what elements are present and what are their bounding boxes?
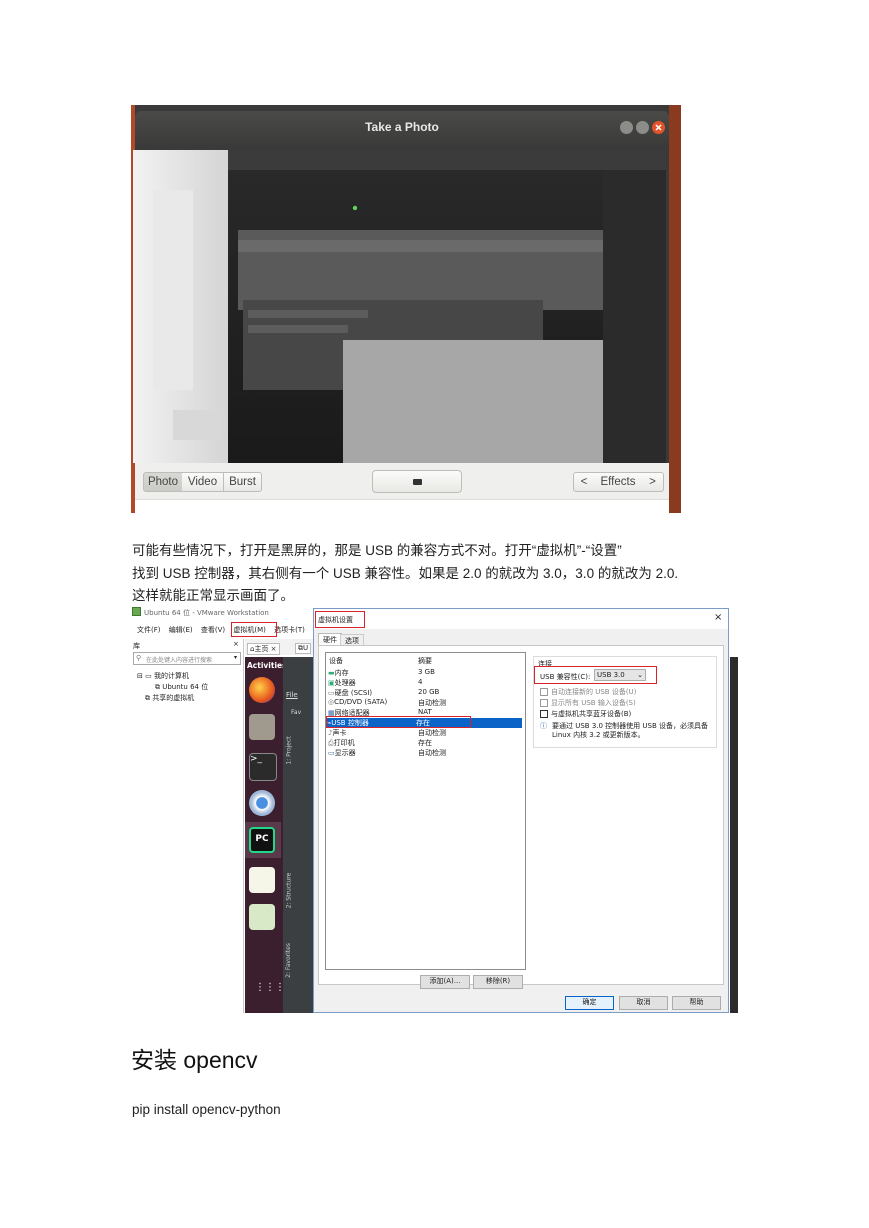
ide-favorites-side-tab[interactable]: 2: Favorites xyxy=(285,943,292,978)
search-dropdown-icon[interactable]: ▾ xyxy=(234,654,237,661)
effects-button[interactable]: Effects xyxy=(594,472,643,492)
paragraph-line-1: 可能有些情况下，打开是黑屏的，那是 USB 的兼容方式不对。打开“虚拟机”-“设… xyxy=(132,543,622,558)
pycharm-icon[interactable]: PC xyxy=(249,827,275,853)
chevron-left-icon: < xyxy=(580,476,588,488)
library-title: 库 xyxy=(133,642,140,650)
memory-icon: ▬ xyxy=(328,669,335,677)
vmware-menu-bar: 文件(F) 编辑(E) 查看(V) 虚拟机(M) 选项卡(T) xyxy=(137,625,311,635)
menu-edit[interactable]: 编辑(E) xyxy=(169,626,193,634)
tree-my-computer[interactable]: ⊟ ▭ 我的计算机 xyxy=(137,671,189,681)
device-row[interactable]: ◎CD/DVD (SATA) 自动检测 xyxy=(328,698,523,708)
vm-tab-bar: ⌂主页 × ⧉U xyxy=(245,639,315,655)
display-icon: ▭ xyxy=(328,749,335,757)
ide-project-tab[interactable]: 1: Project xyxy=(286,736,293,764)
ide-file-menu[interactable]: File xyxy=(286,691,298,699)
add-device-button[interactable]: 添加(A)... xyxy=(420,975,470,989)
maximize-icon[interactable] xyxy=(636,121,649,134)
paragraph-line-3: 这样就能正常显示画面了。 xyxy=(132,588,294,603)
ubuntu-dock: Activities >_ PC ⋮⋮⋮ xyxy=(245,657,287,1013)
next-effect-button[interactable]: > xyxy=(642,472,664,492)
cancel-button[interactable]: 取消 xyxy=(619,996,668,1010)
dialog-title-highlight xyxy=(315,611,365,628)
minimize-icon[interactable] xyxy=(620,121,633,134)
camera-preview xyxy=(133,150,666,463)
ok-button[interactable]: 确定 xyxy=(565,996,614,1010)
terminal-icon[interactable]: >_ xyxy=(249,753,277,781)
device-row[interactable]: ♪声卡 自动检测 xyxy=(328,728,523,738)
library-close-icon[interactable]: × xyxy=(233,640,239,648)
section-heading: 安装 opencv xyxy=(131,1047,258,1073)
show-apps-icon[interactable]: ⋮⋮⋮ xyxy=(255,983,285,993)
vm-menu-highlight xyxy=(231,622,277,637)
files-icon[interactable] xyxy=(249,714,275,740)
computer-icon: ▭ xyxy=(145,672,152,680)
library-search-input[interactable]: ⚲ 在此处键入内容进行搜索 ▾ xyxy=(133,652,241,665)
usb-compat-highlight xyxy=(534,666,657,684)
dialog-title-bar: 虚拟机设置 × xyxy=(314,609,728,629)
chevron-right-icon: > xyxy=(649,476,656,488)
device-row[interactable]: ▭硬盘 (SCSI) 20 GB xyxy=(328,688,523,698)
dialog-tab-panel: 设备 摘要 ▬内存 3 GB ▣处理器 4 ▭硬盘 (SCSI) 20 GB ◎CD/… xyxy=(318,645,724,989)
text-editor-icon[interactable] xyxy=(249,867,275,893)
vm-icon: ⧉ xyxy=(155,683,160,691)
menu-tabs[interactable]: 选项卡(T) xyxy=(274,626,305,634)
library-panel: 库 × ⚲ 在此处键入内容进行搜索 ▾ ⊟ ▭ 我的计算机 ⧉ Ubuntu 6… xyxy=(131,639,244,1013)
search-icon: ⚲ xyxy=(136,654,142,662)
dialog-close-icon[interactable]: × xyxy=(714,612,722,623)
vmware-screenshot: Ubuntu 64 位 - VMware Workstation 文件(F) 编… xyxy=(131,605,738,1013)
thumbnail-strip xyxy=(135,499,669,513)
close-icon[interactable] xyxy=(652,121,665,134)
vmware-window-title: Ubuntu 64 位 - VMware Workstation xyxy=(144,609,269,617)
activities-label[interactable]: Activities xyxy=(247,661,287,670)
shared-vm-icon: ⧉ xyxy=(145,694,150,702)
hard-disk-icon: ▭ xyxy=(328,689,335,697)
search-placeholder: 在此处键入内容进行搜索 xyxy=(146,657,213,664)
device-row[interactable]: ▣处理器 4 xyxy=(328,678,523,688)
usb-info-text-2: Linux 内核 3.2 或更新版本。 xyxy=(552,731,645,739)
photo-mode-button[interactable]: Photo xyxy=(143,472,183,492)
firefox-icon[interactable] xyxy=(249,677,275,703)
ide-favorites-tab: Fav xyxy=(291,709,302,716)
cpu-icon: ▣ xyxy=(328,679,335,687)
ide-structure-tab[interactable]: 2: Structure xyxy=(285,873,292,909)
remove-device-button[interactable]: 移除(R) xyxy=(473,975,523,989)
usb-row-highlight xyxy=(326,716,471,728)
device-row[interactable]: ▭显示器 自动检测 xyxy=(328,748,523,758)
previous-effect-button[interactable]: < xyxy=(573,472,595,492)
camera-toolbar: Photo Video Burst < Effects > xyxy=(135,463,669,513)
connection-group: 连接 USB 兼容性(C): USB 3.0 ⌄ 自动连接新的 USB 设备(U… xyxy=(533,656,717,748)
burst-mode-button[interactable]: Burst xyxy=(224,472,262,492)
camera-icon xyxy=(412,478,422,485)
vm-settings-dialog: 虚拟机设置 × 硬件 选项 设备 摘要 ▬内存 3 GB ▣处理器 4 ▭硬盘 (S… xyxy=(313,608,729,1013)
device-list: 设备 摘要 ▬内存 3 GB ▣处理器 4 ▭硬盘 (SCSI) 20 GB ◎CD/… xyxy=(325,652,526,970)
ide-background: File Fav 1: Project 2: Structure 2: Favo… xyxy=(283,657,316,1013)
paragraph-line-2: 找到 USB 控制器，其右侧有一个 USB 兼容性。如果是 2.0 的就改为 3… xyxy=(132,566,679,581)
summary-column-header: 摘要 xyxy=(418,657,432,665)
window-border-right xyxy=(669,105,681,513)
tree-shared-vms[interactable]: ⧉ 共享的虚拟机 xyxy=(145,693,194,703)
device-row[interactable]: ▬内存 3 GB xyxy=(328,668,523,678)
tree-ubuntu-vm[interactable]: ⧉ Ubuntu 64 位 xyxy=(155,682,208,692)
device-column-header: 设备 xyxy=(329,657,343,665)
chromium-icon[interactable] xyxy=(249,790,275,816)
auto-connect-checkbox[interactable]: 自动连接新的 USB 设备(U) xyxy=(540,687,636,697)
image-viewer-icon[interactable] xyxy=(249,904,275,930)
take-photo-button[interactable] xyxy=(372,470,462,493)
ide-right-edge xyxy=(730,657,738,1013)
share-bluetooth-checkbox[interactable]: 与虚拟机共享蓝牙设备(B) xyxy=(540,709,631,719)
show-all-usb-checkbox[interactable]: 显示所有 USB 输入设备(S) xyxy=(540,698,636,708)
menu-view[interactable]: 查看(V) xyxy=(201,626,225,634)
tab-home[interactable]: ⌂主页 × xyxy=(247,643,280,655)
tab-ubuntu[interactable]: ⧉U xyxy=(295,643,312,654)
title-bar: Take a Photo xyxy=(135,111,669,145)
device-row[interactable]: ⎙打印机 存在 xyxy=(328,738,523,748)
info-icon: ⓘ xyxy=(540,722,547,730)
vmware-logo-icon xyxy=(132,607,141,616)
take-a-photo-screenshot: Take a Photo Photo Video Burst < Effects… xyxy=(131,105,681,513)
menu-file[interactable]: 文件(F) xyxy=(137,626,161,634)
help-button[interactable]: 帮助 xyxy=(672,996,721,1010)
install-command: pip install opencv-python xyxy=(132,1102,281,1117)
video-mode-button[interactable]: Video xyxy=(182,472,224,492)
window-title: Take a Photo xyxy=(365,120,439,134)
